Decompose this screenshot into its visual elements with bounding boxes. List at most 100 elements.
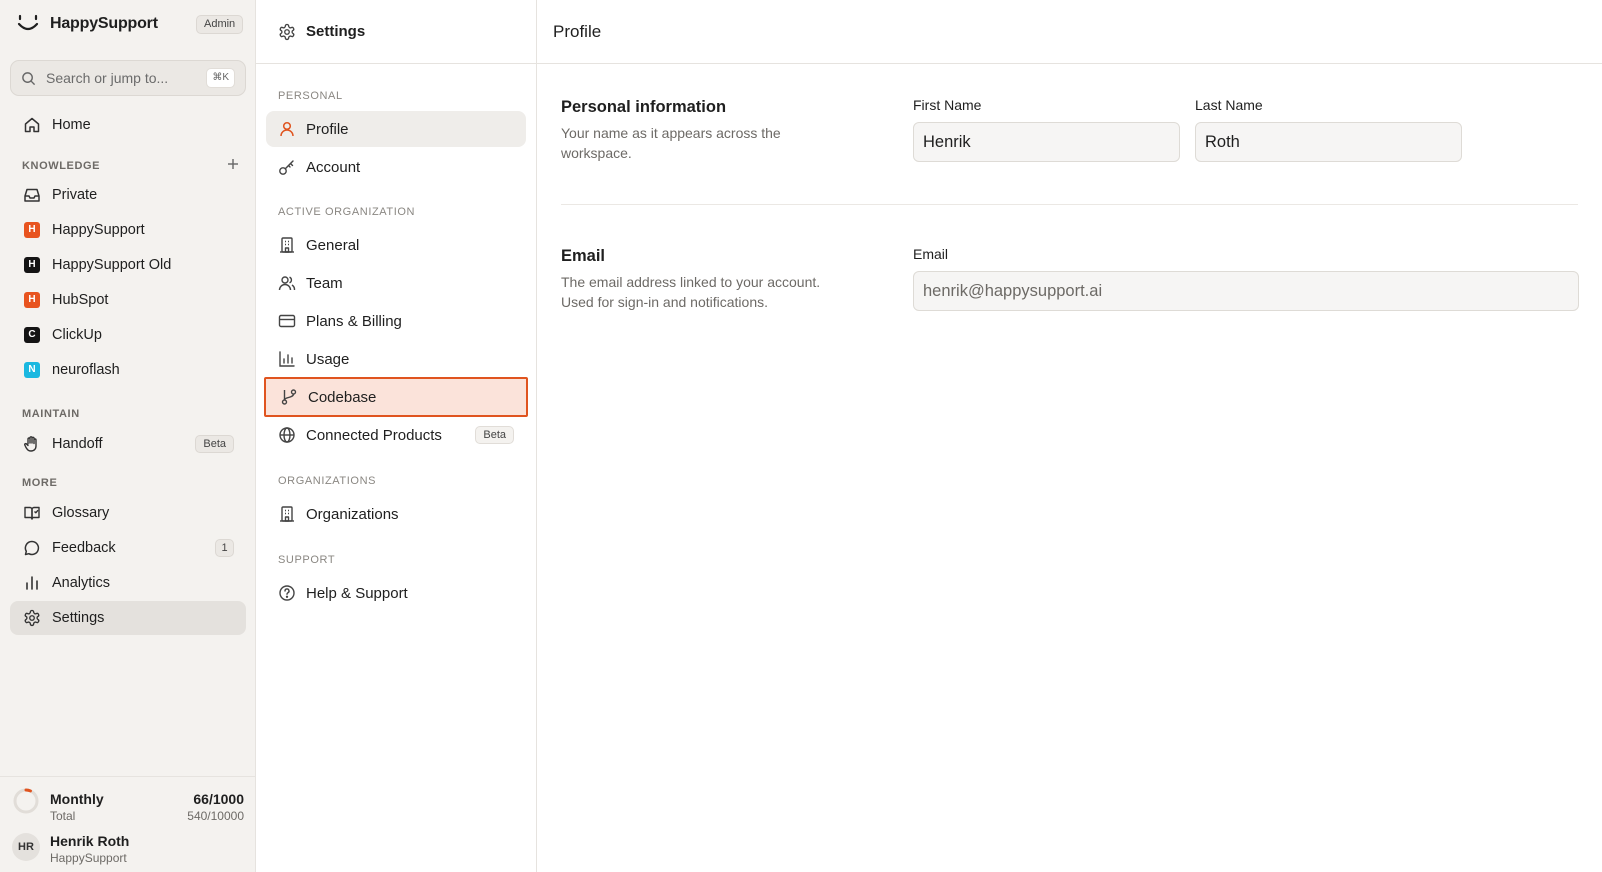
user-org: HappySupport (50, 851, 127, 865)
settings-item-team-label: Team (306, 274, 343, 292)
feedback-count-badge: 1 (215, 539, 234, 557)
nav-knowledge-hubspot-label: HubSpot (52, 292, 109, 308)
usage-subtitle: Total (50, 809, 76, 823)
monthly-usage-widget[interactable]: Monthly Total 66/1000 540/10000 HR Henri… (0, 776, 256, 872)
personal-info-title: Personal information (561, 98, 727, 116)
chart-icon (279, 351, 295, 367)
settings-item-usage-label: Usage (306, 350, 350, 368)
section-knowledge: KNOWLEDGE (22, 160, 101, 172)
building-icon (280, 237, 294, 253)
search-icon (22, 71, 36, 85)
settings-item-usage[interactable]: Usage (266, 341, 526, 377)
nav-knowledge-neuroflash[interactable]: N neuroflash (10, 353, 246, 387)
settings-item-plans-billing-label: Plans & Billing (306, 312, 402, 330)
nav-knowledge-happysupport-old[interactable]: H HappySupport Old (10, 248, 246, 282)
last-name-label: Last Name (1195, 97, 1263, 113)
nav-home-label: Home (52, 117, 91, 133)
search-shortcut: ⌘K (206, 68, 235, 88)
personal-info-description: Your name as it appears across the works… (561, 125, 781, 161)
email-field[interactable] (913, 271, 1579, 311)
gear-icon (24, 609, 40, 627)
settings-item-profile[interactable]: Profile (266, 111, 526, 147)
brand[interactable]: HappySupport (16, 12, 158, 36)
settings-item-plans-billing[interactable]: Plans & Billing (266, 303, 526, 339)
section-maintain: MAINTAIN (22, 408, 80, 420)
nav-glossary[interactable]: Glossary (10, 496, 246, 530)
usage-progress-ring (13, 788, 39, 814)
user-name: Henrik Roth (50, 833, 130, 849)
first-name-field[interactable] (913, 122, 1180, 162)
nav-knowledge-happysupport-old-label: HappySupport Old (52, 257, 172, 273)
content-header: Profile (537, 0, 1602, 64)
settings-item-account[interactable]: Account (266, 149, 526, 185)
help-circle-icon (279, 585, 295, 601)
nav-feedback-label: Feedback (52, 540, 116, 556)
settings-item-organizations[interactable]: Organizations (266, 496, 526, 532)
settings-item-general[interactable]: General (266, 227, 526, 263)
email-label: Email (913, 246, 949, 262)
nav-knowledge-neuroflash-label: neuroflash (52, 362, 120, 378)
settings-item-help-support-label: Help & Support (306, 584, 408, 602)
gear-icon (279, 23, 295, 40)
settings-item-codebase[interactable]: Codebase (264, 377, 528, 417)
nav-knowledge-hubspot[interactable]: H HubSpot (10, 283, 246, 317)
happysupport-old-source-icon: H (24, 257, 40, 273)
section-support: SUPPORT (278, 554, 336, 566)
git-branch-icon (281, 389, 297, 405)
first-name-label: First Name (913, 97, 982, 113)
happysupport-source-icon: H (24, 222, 40, 238)
last-name-field[interactable] (1195, 122, 1462, 162)
nav-knowledge-clickup[interactable]: C ClickUp (10, 318, 246, 352)
settings-panel-title: Settings (306, 23, 366, 40)
nav-settings-label: Settings (52, 610, 105, 626)
handoff-beta-tag: Beta (195, 435, 234, 453)
nav-knowledge-private-label: Private (52, 187, 98, 203)
profile-content: Profile Personal information Your name a… (537, 0, 1602, 872)
settings-item-profile-label: Profile (306, 120, 349, 138)
section-divider (561, 204, 1578, 205)
nav-knowledge-clickup-label: ClickUp (52, 327, 102, 343)
settings-item-general-label: General (306, 236, 360, 254)
nav-settings[interactable]: Settings (10, 601, 246, 635)
usage-monthly-value: 66/1000 (193, 791, 244, 807)
page-title: Profile (553, 21, 602, 41)
smiley-logo-icon (17, 14, 39, 31)
settings-item-help-support[interactable]: Help & Support (266, 575, 526, 611)
book-icon (24, 506, 40, 520)
settings-item-team[interactable]: Team (266, 265, 526, 301)
nav-knowledge-happysupport-label: HappySupport (52, 222, 145, 238)
settings-item-connected-products[interactable]: Connected Products Beta (266, 417, 526, 453)
clickup-source-icon: C (24, 327, 40, 343)
inbox-icon (24, 188, 40, 202)
nav-analytics[interactable]: Analytics (10, 566, 246, 600)
credit-card-icon (278, 314, 296, 328)
avatar[interactable]: HR (12, 833, 40, 861)
search-input[interactable] (46, 70, 196, 86)
nav-glossary-label: Glossary (52, 505, 110, 521)
settings-panel-header: Settings (256, 0, 536, 64)
usage-total-value: 540/10000 (187, 809, 244, 823)
hand-icon (24, 436, 37, 452)
section-more: MORE (22, 477, 58, 489)
nav-feedback[interactable]: Feedback 1 (10, 531, 246, 565)
chat-bubble-icon (24, 540, 40, 556)
nav-knowledge-private[interactable]: Private (10, 178, 246, 212)
globe-icon (279, 427, 295, 443)
left-sidebar: HappySupport Admin ⌘K Home KNOWLEDGE Pri… (0, 0, 256, 872)
nav-analytics-label: Analytics (52, 575, 111, 591)
users-icon (278, 276, 296, 291)
key-icon (279, 160, 294, 175)
email-section-title: Email (561, 247, 606, 265)
settings-item-connected-products-label: Connected Products (306, 426, 442, 444)
search-bar[interactable]: ⌘K (10, 60, 246, 96)
email-section-description: The email address linked to your account… (561, 274, 821, 310)
nav-handoff[interactable]: Handoff Beta (10, 427, 246, 461)
add-knowledge-plus-icon[interactable] (226, 157, 240, 171)
role-badge: Admin (196, 15, 244, 34)
settings-nav-panel: Settings PERSONAL Profile Account ACTIVE… (256, 0, 537, 872)
neuroflash-source-icon: N (24, 362, 40, 378)
nav-knowledge-happysupport[interactable]: H HappySupport (10, 213, 246, 247)
usage-title: Monthly (50, 791, 104, 807)
hubspot-source-icon: H (24, 292, 40, 308)
nav-home[interactable]: Home (10, 108, 246, 142)
